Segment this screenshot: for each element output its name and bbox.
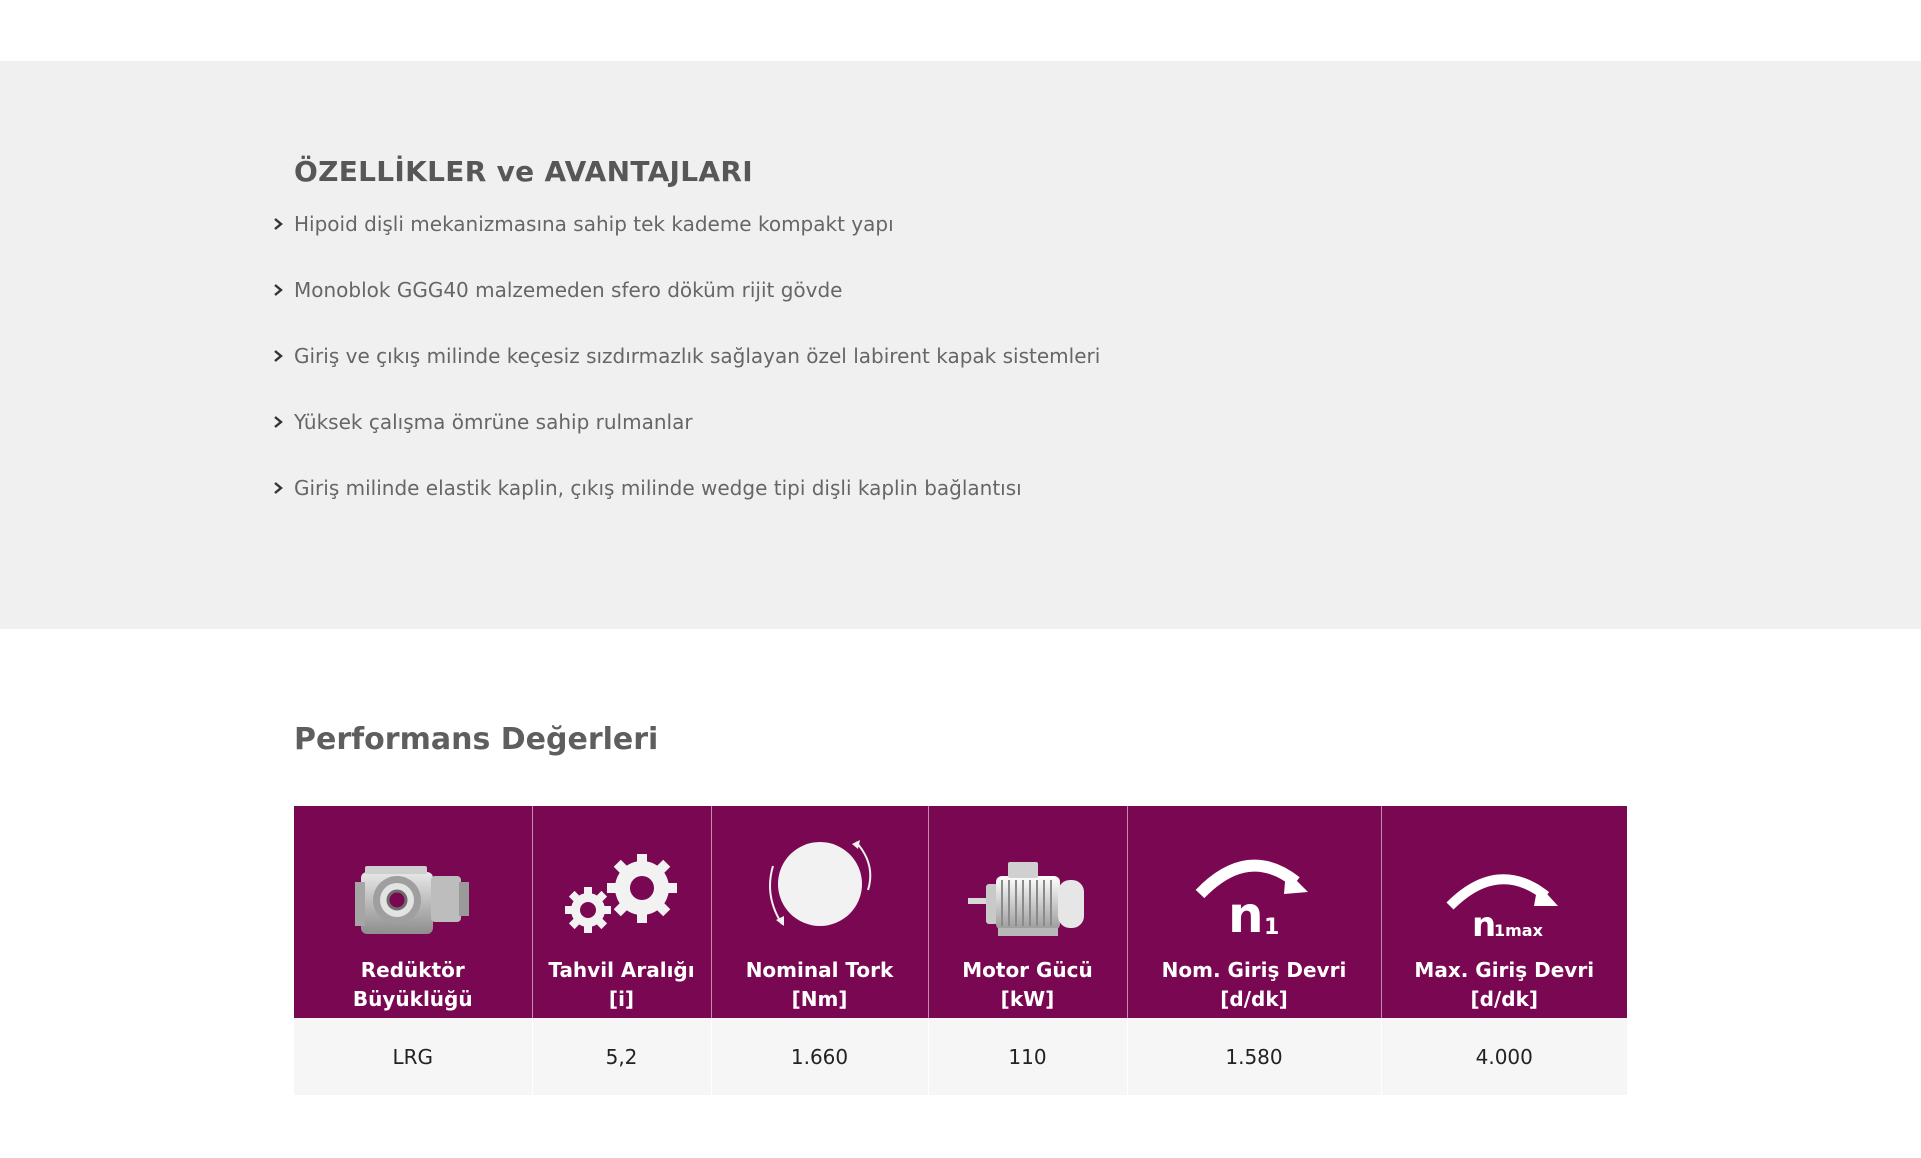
- column-unit: Büyüklüğü: [352, 987, 473, 1011]
- speed-symbol: n: [1472, 905, 1496, 938]
- column-label: Nominal Tork: [745, 958, 894, 982]
- table-cell: LRG: [294, 1018, 533, 1095]
- column-label: Max. Giriş Devri: [1414, 958, 1595, 982]
- column-label: Nom. Giriş Devri: [1161, 958, 1347, 982]
- column-unit: [i]: [608, 987, 635, 1011]
- feature-text: Giriş ve çıkış milinde keçesiz sızdırmaz…: [294, 344, 1101, 368]
- column-header-power: Motor Gücü [kW]: [928, 806, 1128, 1018]
- column-header-size: Redüktör Büyüklüğü: [294, 806, 533, 1018]
- column-unit: [d/dk]: [1470, 987, 1539, 1011]
- table-cell: 4.000: [1381, 1018, 1627, 1095]
- chevron-right-icon: [274, 218, 283, 230]
- feature-text: Yüksek çalışma ömrüne sahip rulmanlar: [294, 410, 693, 434]
- table-cell: 110: [928, 1018, 1128, 1095]
- feature-item: Yüksek çalışma ömrüne sahip rulmanlar: [274, 402, 1100, 468]
- gears-icon: [564, 854, 677, 933]
- table-cell: 1.660: [711, 1018, 929, 1095]
- features-list: Hipoid dişli mekanizmasına sahip tek kad…: [274, 204, 1101, 534]
- table-row: LRG 5,2 1.660 110 1.580 4.000: [294, 1018, 1627, 1095]
- table-cell: 1.580: [1127, 1018, 1382, 1095]
- feature-item: Hipoid dişli mekanizmasına sahip tek kad…: [274, 204, 1100, 270]
- column-label: Redüktör: [360, 958, 465, 982]
- performance-title: Performans Değerleri: [294, 722, 659, 757]
- speed-n1max-icon: n 1max: [1446, 874, 1559, 938]
- column-header-ratio: Tahvil Aralığı [i]: [532, 806, 712, 1018]
- speed-symbol: n: [1228, 886, 1264, 938]
- column-unit: [Nm]: [791, 987, 848, 1011]
- feature-item: Giriş ve çıkış milinde keçesiz sızdırmaz…: [274, 336, 1101, 402]
- column-label: Tahvil Aralığı: [548, 958, 695, 982]
- speed-subscript: 1: [1264, 915, 1279, 938]
- table-header-row: Redüktör Büyüklüğü Tahvil Aralığı [i] No…: [294, 806, 1627, 1018]
- chevron-right-icon: [274, 416, 283, 428]
- performance-section: Performans Değerleri Redüktör Büyüklüğü …: [294, 722, 1627, 1095]
- features-title: ÖZELLİKLER ve AVANTAJLARI: [294, 155, 753, 188]
- feature-text: Monoblok GGG40 malzemeden sfero döküm ri…: [294, 278, 843, 302]
- speed-subscript: 1max: [1494, 921, 1544, 938]
- feature-item: Monoblok GGG40 malzemeden sfero döküm ri…: [274, 270, 1100, 336]
- torque-icon: [768, 840, 871, 926]
- feature-text: Hipoid dişli mekanizmasına sahip tek kad…: [294, 212, 894, 236]
- features-section: ÖZELLİKLER ve AVANTAJLARI Hipoid dişli m…: [0, 61, 1921, 629]
- chevron-right-icon: [274, 350, 283, 362]
- column-header-nominal-speed: n 1 Nom. Giriş Devri [d/dk]: [1127, 806, 1382, 1018]
- features-content: ÖZELLİKLER ve AVANTAJLARI Hipoid dişli m…: [274, 155, 1101, 534]
- column-unit: [d/dk]: [1220, 987, 1288, 1011]
- top-spacer: [0, 0, 1921, 61]
- feature-text: Giriş milinde elastik kaplin, çıkış mili…: [294, 476, 1022, 500]
- gearbox-icon: [354, 866, 469, 934]
- column-label: Motor Gücü: [962, 958, 1093, 982]
- table-cell: 5,2: [532, 1018, 712, 1095]
- performance-table: Redüktör Büyüklüğü Tahvil Aralığı [i] No…: [294, 806, 1627, 1095]
- column-header-torque: Nominal Tork [Nm]: [711, 806, 929, 1018]
- chevron-right-icon: [274, 482, 283, 494]
- feature-item: Giriş milinde elastik kaplin, çıkış mili…: [274, 468, 1100, 534]
- motor-icon: [967, 862, 1084, 936]
- speed-n1-icon: n 1: [1195, 859, 1308, 938]
- chevron-right-icon: [274, 284, 283, 296]
- column-unit: [kW]: [1000, 987, 1055, 1011]
- column-header-max-speed: n 1max Max. Giriş Devri [d/dk]: [1381, 806, 1627, 1018]
